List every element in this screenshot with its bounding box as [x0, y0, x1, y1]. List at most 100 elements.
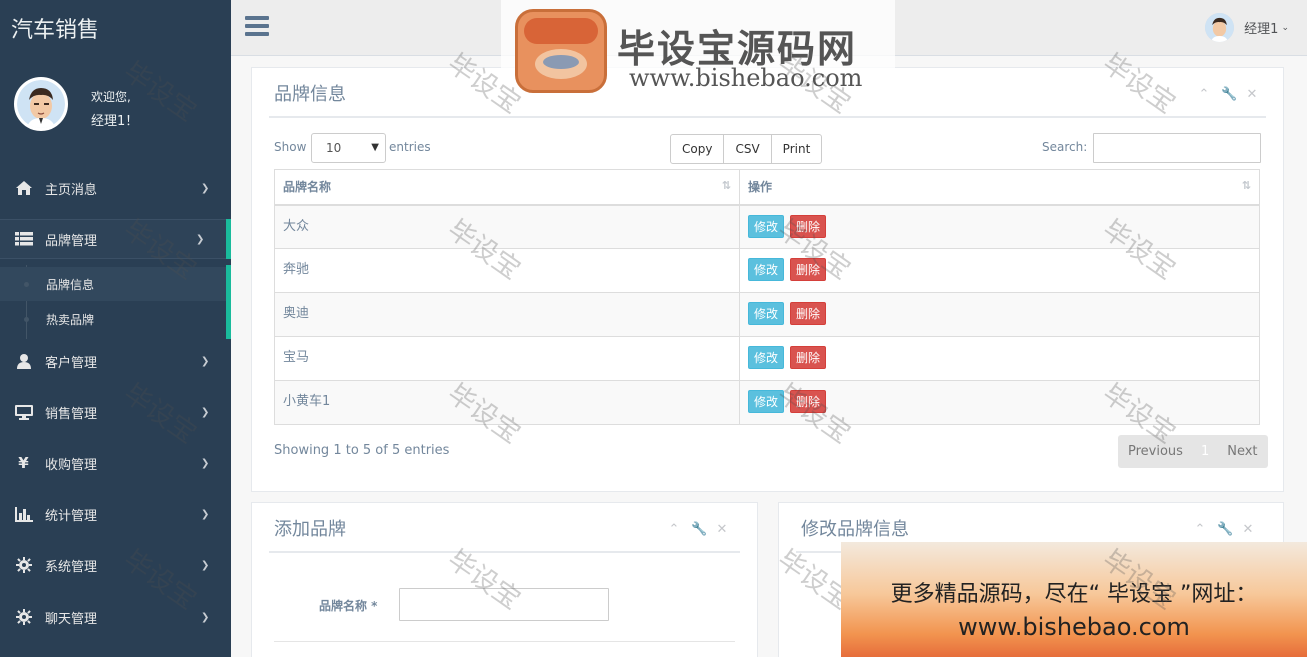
delete-button[interactable]: 删除: [790, 390, 827, 413]
yen-icon: ¥: [18, 454, 29, 472]
chevron-down-icon: ❯: [196, 233, 205, 245]
panel-title: 添加品牌: [274, 519, 346, 540]
sidebar-item-label: 客户管理: [45, 355, 98, 371]
table-row: 奔驰 修改 删除: [274, 248, 1260, 293]
submenu-item-hot-brands[interactable]: 热卖品牌: [0, 302, 226, 336]
list-icon: [0, 232, 45, 246]
search-input[interactable]: [1093, 133, 1261, 163]
chevron-down-icon: ❯: [201, 611, 210, 623]
page-1-button[interactable]: 1: [1193, 435, 1217, 468]
collapse-icon[interactable]: ⌃: [667, 522, 681, 537]
brand-name-cell: 大众: [274, 204, 740, 249]
next-button[interactable]: Next: [1217, 435, 1267, 468]
sidebar-item-label: 收购管理: [45, 457, 98, 473]
edit-button[interactable]: 修改: [748, 258, 785, 281]
brand-submenu: 品牌信息 热卖品牌: [0, 265, 231, 339]
brand-info-panel: 品牌信息 ⌃ 🔧 ✕ Show 10 ▼ entries Copy CSV Pr…: [251, 67, 1284, 492]
chevron-down-icon: ▼: [371, 142, 379, 153]
page-length-select[interactable]: 10 ▼: [311, 133, 386, 163]
submenu-item-label: 品牌信息: [46, 277, 95, 292]
chevron-down-icon: ⌄: [1281, 22, 1289, 33]
edit-button[interactable]: 修改: [748, 346, 785, 369]
close-icon[interactable]: ✕: [1245, 87, 1259, 102]
sidebar: 汽车销售 欢迎您, 经理1！ 主页消息 ❯ 品牌管理 ❯ 品牌信息 热卖品牌 客…: [0, 0, 231, 657]
actions-cell: 修改 删除: [739, 248, 1260, 293]
actions-cell: 修改 删除: [739, 336, 1260, 381]
welcome-text: 欢迎您,: [91, 90, 131, 104]
chevron-down-icon: ❯: [201, 559, 210, 571]
panel-title: 品牌信息: [274, 84, 346, 105]
bar-chart-icon: [0, 506, 45, 522]
brand-name-label: 品牌名称 *: [319, 599, 378, 613]
column-header-actions[interactable]: 操作 ⇅: [739, 169, 1260, 206]
sidebar-item-customer-management[interactable]: 客户管理 ❯: [0, 341, 231, 381]
add-brand-panel: 添加品牌 ⌃ 🔧 ✕ 品牌名称 *: [251, 502, 758, 657]
panel-tools: ⌃ 🔧 ✕: [1193, 522, 1255, 537]
promo-url: www.bishebao.com: [958, 613, 1190, 641]
wrench-icon[interactable]: 🔧: [1221, 87, 1237, 102]
submenu-item-label: 热卖品牌: [46, 312, 95, 327]
table-row: 奥迪 修改 删除: [274, 292, 1260, 337]
sidebar-username: 经理1！: [91, 114, 139, 129]
previous-button[interactable]: Previous: [1118, 435, 1193, 468]
user-icon: [0, 353, 45, 369]
table-row: 小黄车1 修改 删除: [274, 380, 1260, 425]
home-icon: [0, 181, 45, 195]
sidebar-item-system-management[interactable]: 系统管理 ❯: [0, 545, 231, 585]
gear-icon: [0, 609, 45, 625]
bullet-icon: [24, 317, 29, 322]
submenu-item-brand-info[interactable]: 品牌信息: [0, 267, 226, 301]
collapse-icon[interactable]: ⌃: [1193, 522, 1207, 537]
sidebar-item-label: 聊天管理: [45, 611, 98, 627]
avatar: [1205, 13, 1235, 42]
export-buttons: Copy CSV Print: [670, 134, 823, 164]
brand-name-cell: 奔驰: [274, 248, 740, 293]
divider: [269, 116, 1266, 118]
sidebar-item-label: 统计管理: [45, 508, 98, 524]
close-icon[interactable]: ✕: [715, 522, 729, 537]
delete-button[interactable]: 删除: [790, 302, 827, 325]
column-header-brand-name[interactable]: 品牌名称 ⇅: [274, 169, 740, 206]
sidebar-item-home-messages[interactable]: 主页消息 ❯: [0, 168, 231, 208]
edit-button[interactable]: 修改: [748, 302, 785, 325]
panel-tools: ⌃ 🔧 ✕: [1197, 87, 1259, 102]
edit-button[interactable]: 修改: [748, 214, 785, 238]
column-label: 操作: [748, 180, 773, 195]
actions-cell: 修改 删除: [739, 292, 1260, 337]
sidebar-item-brand-management[interactable]: 品牌管理 ❯: [0, 219, 231, 259]
wrench-icon[interactable]: 🔧: [691, 522, 707, 537]
print-button[interactable]: Print: [770, 134, 823, 164]
brand-table: 品牌名称 ⇅ 操作 ⇅ 大众 修改 删除 奔驰 修改 删除 奥迪 修改 删除 宝马 修改删…: [274, 169, 1260, 425]
app-title[interactable]: 汽车销售: [11, 12, 99, 44]
page-length-value: 10: [326, 141, 342, 155]
promo-text: 更多精品源码，尽在“ 毕设宝 ”网址：: [890, 582, 1258, 607]
chevron-down-icon: ❯: [201, 182, 210, 194]
promo-banner[interactable]: 更多精品源码，尽在“ 毕设宝 ”网址： www.bishebao.com: [841, 542, 1307, 657]
sidebar-item-chat-management[interactable]: 聊天管理 ❯: [0, 597, 231, 637]
sort-icon: ⇅: [721, 179, 731, 192]
close-icon[interactable]: ✕: [1241, 522, 1255, 537]
copy-button[interactable]: Copy: [670, 134, 725, 164]
brand-name-input[interactable]: [399, 588, 609, 621]
sidebar-item-statistics-management[interactable]: 统计管理 ❯: [0, 494, 231, 534]
entries-label: entries: [389, 140, 431, 154]
chevron-down-icon: ❯: [201, 355, 210, 367]
user-menu[interactable]: 经理1 ⌄: [1205, 13, 1289, 42]
chevron-down-icon: ❯: [201, 457, 210, 469]
wrench-icon[interactable]: 🔧: [1217, 522, 1233, 537]
delete-button[interactable]: 删除: [790, 258, 827, 281]
sort-icon: ⇅: [1241, 179, 1251, 192]
brand-name-cell: 宝马: [274, 336, 740, 381]
collapse-icon[interactable]: ⌃: [1197, 87, 1211, 102]
sidebar-item-label: 品牌管理: [45, 233, 98, 249]
edit-button[interactable]: 修改: [748, 390, 785, 413]
csv-button[interactable]: CSV: [723, 134, 772, 164]
delete-button[interactable]: 删除: [790, 214, 827, 238]
gear-icon: [0, 557, 45, 573]
column-label: 品牌名称: [283, 180, 332, 195]
delete-button[interactable]: 删除: [790, 346, 827, 369]
menu-toggle-icon[interactable]: [245, 16, 269, 38]
sidebar-item-sales-management[interactable]: 销售管理 ❯: [0, 392, 231, 432]
table-row: 宝马 修改 删除: [274, 336, 1260, 381]
sidebar-item-purchase-management[interactable]: ¥ 收购管理 ❯: [0, 443, 231, 483]
